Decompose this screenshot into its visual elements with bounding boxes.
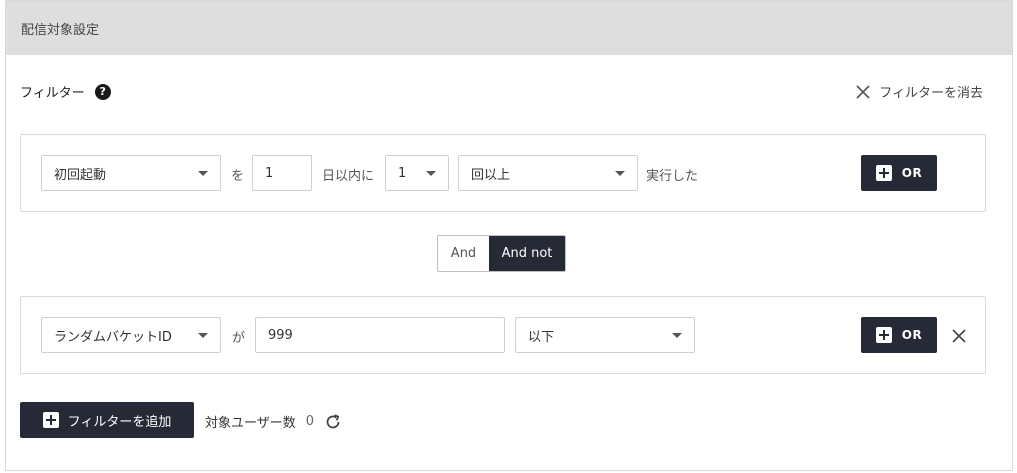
or-button-label: OR xyxy=(901,166,923,180)
logic-and-button[interactable]: And xyxy=(438,236,489,271)
panel-title: 配信対象設定 xyxy=(21,22,100,38)
filter-label-text: フィルター xyxy=(20,86,85,101)
caret-down-icon xyxy=(426,171,436,176)
clear-filter-button[interactable]: フィルターを消去 xyxy=(855,82,983,101)
caret-down-icon xyxy=(198,171,208,176)
add-filter-button[interactable]: フィルターを追加 xyxy=(20,402,194,438)
particle-wo: を xyxy=(231,169,245,184)
remove-filter-close-icon[interactable] xyxy=(951,328,967,344)
plus-square-icon xyxy=(42,412,59,428)
plus-square-icon xyxy=(875,165,892,181)
or-button[interactable]: OR xyxy=(861,317,937,353)
particle-ga: が xyxy=(232,331,246,346)
count-select-value: 1 xyxy=(398,165,407,181)
target-users-info: 対象ユーザー数 0 xyxy=(205,412,342,431)
add-filter-label: フィルターを追加 xyxy=(67,414,172,430)
days-input[interactable]: 1 xyxy=(252,155,312,191)
filter-section-label: フィルター ? xyxy=(20,82,111,101)
condition-select[interactable]: 以下 xyxy=(515,317,695,353)
caret-down-icon xyxy=(672,333,682,338)
filter-row-1: 初回起動 を 1 日以内に 1 回以上 実行した OR xyxy=(20,134,986,212)
property-select-value: ランダムバケットID xyxy=(54,329,172,345)
target-users-count: 0 xyxy=(305,414,315,429)
value-input[interactable]: 999 xyxy=(255,317,505,353)
plus-square-icon xyxy=(875,327,892,343)
count-select[interactable]: 1 xyxy=(385,155,449,191)
condition-select-value: 以下 xyxy=(528,329,555,345)
question-circle-icon[interactable]: ? xyxy=(94,83,111,100)
value-input-value: 999 xyxy=(268,327,293,343)
event-select-value: 初回起動 xyxy=(54,167,107,183)
or-button-label: OR xyxy=(901,328,923,342)
panel-header: 配信対象設定 xyxy=(6,1,1012,55)
close-icon xyxy=(856,84,870,99)
target-users-label: 対象ユーザー数 xyxy=(205,416,296,431)
count-condition-value: 回以上 xyxy=(471,167,511,183)
logic-and-not-button[interactable]: And not xyxy=(489,236,565,271)
or-button[interactable]: OR xyxy=(861,155,937,191)
caret-down-icon xyxy=(198,333,208,338)
event-select[interactable]: 初回起動 xyxy=(41,155,221,191)
clear-filter-label: フィルターを消去 xyxy=(879,86,983,101)
property-select[interactable]: ランダムバケットID xyxy=(41,317,221,353)
days-input-value: 1 xyxy=(265,165,274,181)
executed-text: 実行した xyxy=(646,169,699,184)
refresh-icon[interactable] xyxy=(324,413,342,431)
logic-toggle: And And not xyxy=(437,235,566,272)
filter-row-2: ランダムバケットID が 999 以下 OR xyxy=(20,296,986,374)
days-suffix-text: 日以内に xyxy=(322,169,375,184)
caret-down-icon xyxy=(615,171,625,176)
count-condition-select[interactable]: 回以上 xyxy=(458,155,638,191)
